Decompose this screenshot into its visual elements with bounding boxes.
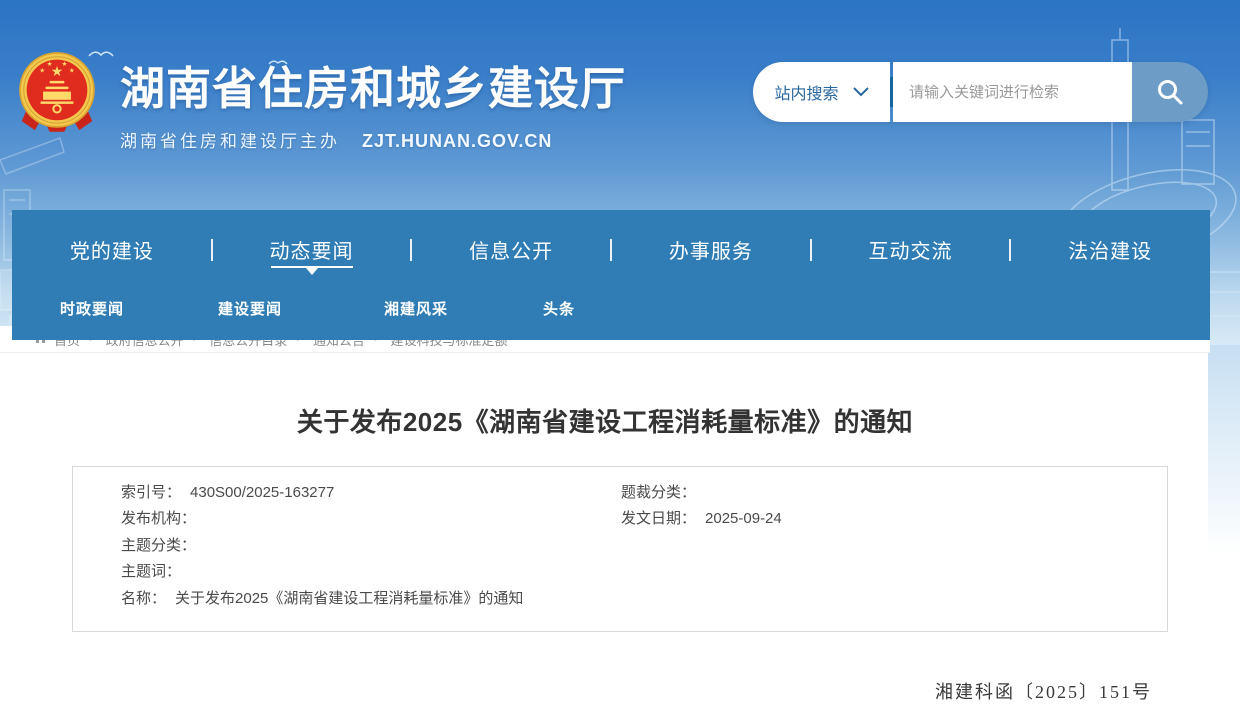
meta-value: 430S00/2025-163277 — [190, 484, 334, 501]
search-input-wrap — [893, 62, 1132, 122]
brand-block: 湖南省住房和城乡建设厅 湖南省住房和建设厅主办 ZJT.HUNAN.GOV.CN — [120, 52, 626, 152]
meta-row-issuing-agency: 发布机构： — [121, 506, 523, 532]
site-domain: ZJT.HUNAN.GOV.CN — [362, 131, 552, 152]
nav-item-interaction[interactable]: 互动交流 — [811, 210, 1011, 288]
search-icon — [1156, 78, 1184, 106]
site-search: 站内搜索 — [753, 62, 1208, 122]
document-number: 湘建科函〔2025〕151号 — [0, 678, 1152, 704]
main-nav-row: 党的建设 动态要闻 信息公开 办事服务 互动交流 法治建设 — [12, 210, 1210, 288]
meta-row-keywords: 主题词： — [121, 559, 523, 585]
banner-right-fade — [1208, 345, 1240, 555]
sub-nav-row: 时政要闻 建设要闻 湘建风采 头条 — [12, 288, 1210, 340]
document-meta-box: 索引号：430S00/2025-163277 发布机构： 主题分类： 主题词： … — [72, 466, 1168, 632]
meta-row-topic-category: 主题分类： — [121, 533, 523, 559]
china-national-emblem-icon[interactable]: ★ ★ ★ ★ ★ — [16, 48, 98, 136]
svg-text:★: ★ — [47, 61, 53, 68]
site-subtitle: 湖南省住房和建设厅主办 — [120, 127, 340, 152]
meta-label: 主题词： — [121, 563, 181, 580]
search-scope-dropdown[interactable]: 站内搜索 — [753, 62, 890, 122]
meta-column-left: 索引号：430S00/2025-163277 发布机构： 主题分类： 主题词： … — [121, 480, 523, 612]
meta-value: 关于发布2025《湖南省建设工程消耗量标准》的通知 — [175, 590, 523, 607]
search-scope-label: 站内搜索 — [774, 80, 838, 104]
meta-row-genre-category: 题裁分类： — [621, 480, 782, 506]
nav-item-label: 动态要闻 — [270, 235, 354, 264]
page: ★ ★ ★ ★ ★ 湖南省住房和城乡建设厅 湖南省住房和建设厅主办 ZJT.HU… — [0, 0, 1240, 722]
chevron-down-icon — [853, 87, 869, 97]
meta-column-right: 题裁分类： 发文日期： 2025-09-24 — [621, 480, 782, 533]
subnav-item-current-politics[interactable]: 时政要闻 — [60, 298, 124, 319]
meta-label: 索引号： — [121, 484, 181, 501]
meta-label: 名称： — [121, 590, 166, 607]
meta-row-issue-date: 发文日期： 2025-09-24 — [621, 506, 782, 532]
svg-text:★: ★ — [69, 68, 75, 75]
nav-item-services[interactable]: 办事服务 — [611, 210, 811, 288]
nav-item-party-building[interactable]: 党的建设 — [12, 210, 212, 288]
search-button[interactable] — [1132, 62, 1208, 122]
subnav-item-headlines[interactable]: 头条 — [543, 298, 575, 319]
search-input[interactable] — [893, 62, 1132, 122]
svg-text:★: ★ — [39, 68, 45, 75]
subnav-item-xiangjian-style[interactable]: 湘建风采 — [384, 298, 448, 319]
main-nav: 党的建设 动态要闻 信息公开 办事服务 互动交流 法治建设 — [12, 210, 1210, 340]
nav-item-news[interactable]: 动态要闻 — [212, 210, 412, 288]
nav-item-rule-of-law[interactable]: 法治建设 — [1010, 210, 1210, 288]
nav-item-info-disclosure[interactable]: 信息公开 — [411, 210, 611, 288]
meta-row-index-number: 索引号： 430S00/2025-163277 — [121, 480, 523, 506]
meta-value: 2025-09-24 — [705, 510, 782, 527]
nav-item-label: 互动交流 — [869, 235, 953, 264]
nav-item-label: 办事服务 — [669, 235, 753, 264]
page-title: 关于发布2025《湖南省建设工程消耗量标准》的通知 — [0, 402, 1210, 439]
nav-item-label: 党的建设 — [70, 235, 154, 264]
meta-label: 主题分类： — [121, 537, 196, 554]
meta-label: 题裁分类： — [621, 484, 696, 501]
subnav-item-construction-news[interactable]: 建设要闻 — [218, 298, 282, 319]
nav-item-label: 信息公开 — [469, 235, 553, 264]
meta-label: 发布机构： — [121, 510, 196, 527]
nav-item-label: 法治建设 — [1068, 235, 1152, 264]
svg-text:★: ★ — [61, 61, 67, 68]
meta-label: 发文日期： — [621, 510, 696, 527]
meta-row-name: 名称： 关于发布2025《湖南省建设工程消耗量标准》的通知 — [121, 586, 523, 612]
active-nav-triangle-icon — [306, 268, 318, 275]
site-title[interactable]: 湖南省住房和城乡建设厅 — [120, 52, 626, 117]
